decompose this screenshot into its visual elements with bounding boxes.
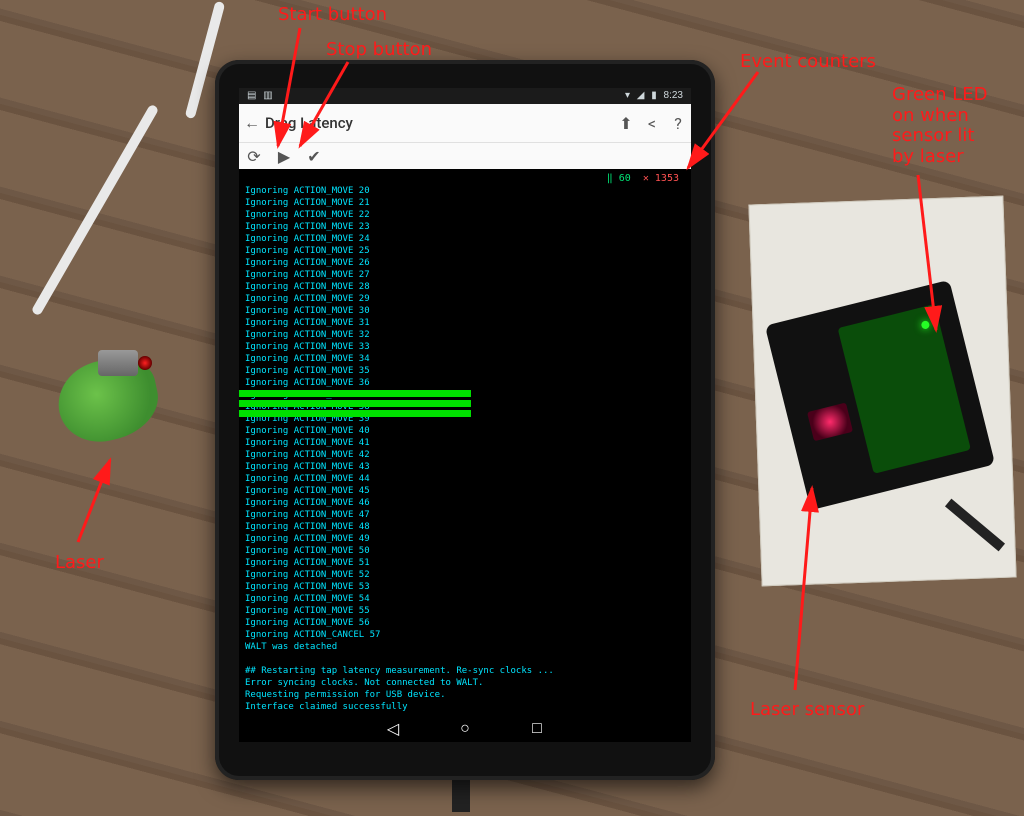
upload-button[interactable]: ⬆: [613, 114, 639, 133]
log-line: Ignoring ACTION_MOVE 28: [245, 281, 685, 293]
log-line: Ignoring ACTION_MOVE 44: [245, 473, 685, 485]
log-line: Ignoring ACTION_MOVE 54: [245, 593, 685, 605]
log-line: Ignoring ACTION_MOVE 46: [245, 497, 685, 509]
android-status-bar: ▤ ▥ ▾ ◢ ▮ 8:23: [239, 88, 691, 104]
scene-photo: ▤ ▥ ▾ ◢ ▮ 8:23 ← Drag Latency ⬆ < ? ⟳: [0, 0, 1024, 816]
log-line: Ignoring ACTION_MOVE 29: [245, 293, 685, 305]
log-line: Ignoring ACTION_MOVE 37: [245, 389, 685, 401]
action-toolbar: ⟳ ▶ ✔: [239, 142, 691, 169]
log-line: Ignoring ACTION_MOVE 30: [245, 305, 685, 317]
log-line: Ignoring ACTION_CANCEL 57: [245, 629, 685, 641]
annotation-event-counters: Event counters: [740, 52, 876, 73]
log-line: Ignoring ACTION_MOVE 42: [245, 449, 685, 461]
annotation-start-button: Start button: [278, 5, 387, 26]
log-line: Ignoring ACTION_MOVE 48: [245, 521, 685, 533]
log-line: Ignoring ACTION_MOVE 33: [245, 341, 685, 353]
nav-back-button[interactable]: ◁: [385, 720, 401, 736]
annotation-laser-sensor: Laser sensor: [750, 700, 864, 721]
log-line: Ignoring ACTION_MOVE 45: [245, 485, 685, 497]
log-line: Ignoring ACTION_MOVE 51: [245, 557, 685, 569]
event-counters: ‖ 60 ✕ 1353: [245, 170, 685, 185]
log-output[interactable]: ‖ 60 ✕ 1353 Ignoring ACTION_MOVE 20Ignor…: [239, 170, 691, 714]
log-line: Ignoring ACTION_MOVE 34: [245, 353, 685, 365]
help-button[interactable]: ?: [665, 114, 691, 133]
refresh-button[interactable]: ⟳: [239, 147, 269, 166]
app-bar: ← Drag Latency ⬆ < ?: [239, 104, 691, 142]
sd-card-icon: ▤: [247, 90, 256, 101]
annotation-stop-button: Stop button: [326, 40, 432, 61]
signal-icon: ◢: [637, 90, 645, 101]
log-line: WALT was detached: [245, 641, 685, 653]
log-line: Requesting permission for USB device.: [245, 689, 685, 701]
log-line: Ignoring ACTION_MOVE 40: [245, 425, 685, 437]
tablet-screen: ▤ ▥ ▾ ◢ ▮ 8:23 ← Drag Latency ⬆ < ? ⟳: [239, 88, 691, 742]
log-line: Ignoring ACTION_MOVE 41: [245, 437, 685, 449]
log-line: Ignoring ACTION_MOVE 36: [245, 377, 685, 389]
usb-cable: [31, 104, 160, 317]
log-line: Ignoring ACTION_MOVE 22: [245, 209, 685, 221]
log-line: Ignoring ACTION_MOVE 35: [245, 365, 685, 377]
doc-icon: ▥: [263, 90, 272, 101]
log-line: Ignoring ACTION_MOVE 39: [245, 413, 685, 425]
log-line: Ignoring ACTION_MOVE 53: [245, 581, 685, 593]
usb-plug-tablet: [452, 780, 470, 812]
log-line: Ignoring ACTION_MOVE 55: [245, 605, 685, 617]
log-line: Ignoring ACTION_MOVE 23: [245, 221, 685, 233]
log-line: Ignoring ACTION_MOVE 26: [245, 257, 685, 269]
log-line: ## Restarting tap latency measurement. R…: [245, 665, 685, 677]
log-line: Ignoring ACTION_MOVE 20: [245, 185, 685, 197]
back-button[interactable]: ←: [239, 113, 265, 133]
annotation-laser: Laser: [55, 553, 104, 574]
log-line: Ignoring ACTION_MOVE 38: [245, 401, 685, 413]
annotation-green-led: Green LED on when sensor lit by laser: [892, 85, 988, 168]
green-counter-icon: ‖: [607, 173, 613, 184]
start-button[interactable]: ▶: [269, 147, 299, 166]
android-tablet: ▤ ▥ ▾ ◢ ▮ 8:23 ← Drag Latency ⬆ < ? ⟳: [215, 60, 715, 780]
android-nav-bar: ◁ ○ □: [239, 714, 691, 742]
share-button[interactable]: <: [639, 114, 665, 133]
log-line: Ignoring ACTION_MOVE 47: [245, 509, 685, 521]
nav-home-button[interactable]: ○: [457, 720, 473, 736]
log-line: Ignoring ACTION_MOVE 32: [245, 329, 685, 341]
nav-recent-button[interactable]: □: [529, 720, 545, 736]
status-clock: 8:23: [664, 90, 683, 101]
red-counter-icon: ✕: [643, 173, 649, 184]
laser-module: [98, 350, 138, 376]
log-line: Ignoring ACTION_MOVE 50: [245, 545, 685, 557]
log-line: Ignoring ACTION_MOVE 21: [245, 197, 685, 209]
log-line: Ignoring ACTION_MOVE 25: [245, 245, 685, 257]
log-line: Ignoring ACTION_MOVE 49: [245, 533, 685, 545]
wifi-icon: ▾: [625, 90, 630, 101]
log-line: Ignoring ACTION_MOVE 31: [245, 317, 685, 329]
log-line: Ignoring ACTION_MOVE 43: [245, 461, 685, 473]
red-counter-value: 1353: [655, 173, 679, 184]
app-title: Drag Latency: [265, 116, 613, 131]
log-line: Ignoring ACTION_MOVE 24: [245, 233, 685, 245]
log-line: Error syncing clocks. Not connected to W…: [245, 677, 685, 689]
green-counter-value: 60: [619, 173, 631, 184]
log-line: Ignoring ACTION_MOVE 27: [245, 269, 685, 281]
battery-icon: ▮: [651, 90, 657, 101]
log-line: Interface claimed successfully: [245, 701, 685, 713]
log-line: Ignoring ACTION_MOVE 56: [245, 617, 685, 629]
stop-button[interactable]: ✔: [299, 147, 329, 166]
log-line: Ignoring ACTION_MOVE 52: [245, 569, 685, 581]
log-line: [245, 653, 685, 665]
